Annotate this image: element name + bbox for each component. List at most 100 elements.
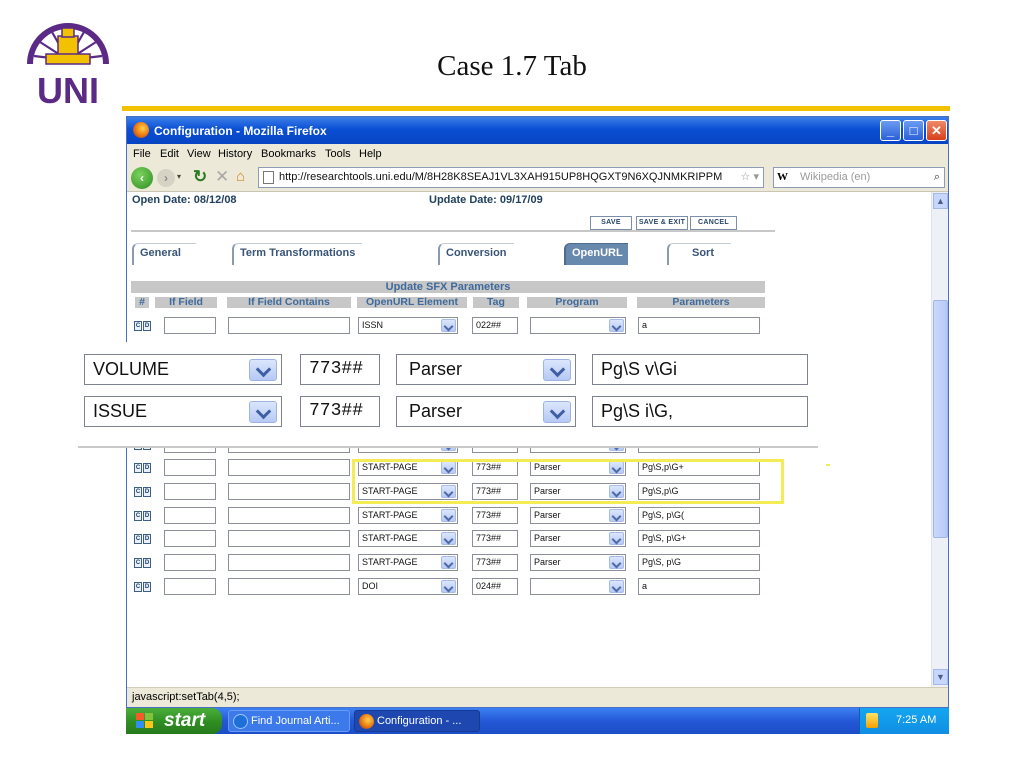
tag-input[interactable]: 773## <box>472 554 518 571</box>
tag-input[interactable]: 024## <box>472 578 518 595</box>
program-select[interactable] <box>530 578 626 595</box>
save-exit-button[interactable]: SAVE & EXIT <box>636 216 688 230</box>
if-field-input[interactable] <box>164 554 216 571</box>
if-field-contains-input[interactable] <box>228 530 350 547</box>
url-bar[interactable]: http://researchtools.uni.edu/M/8H28K8SEA… <box>258 167 764 188</box>
parameters-input[interactable]: Pg\S, p\G <box>638 554 760 571</box>
dropdown-arrow-icon[interactable] <box>609 556 624 569</box>
if-field-contains-input[interactable] <box>228 578 350 595</box>
search-icon[interactable]: ⌕ <box>934 168 940 187</box>
copy-row-button[interactable]: C <box>134 558 142 568</box>
if-field-contains-input[interactable] <box>228 554 350 571</box>
dropdown-arrow-icon[interactable] <box>609 319 624 332</box>
search-box[interactable]: W Wikipedia (en) ⌕ <box>773 167 945 188</box>
if-field-input[interactable] <box>164 530 216 547</box>
copy-row-button[interactable]: C <box>134 534 142 544</box>
if-field-input[interactable] <box>164 459 216 476</box>
dropdown-arrow-icon[interactable] <box>609 580 624 593</box>
dropdown-arrow-icon[interactable] <box>609 532 624 545</box>
if-field-input[interactable] <box>164 578 216 595</box>
if-field-input[interactable] <box>164 483 216 500</box>
home-icon[interactable]: ⌂ <box>236 168 245 185</box>
vertical-scrollbar[interactable]: ▲ ▼ <box>931 192 948 687</box>
program-select[interactable] <box>530 317 626 334</box>
stop-icon[interactable]: ✕ <box>215 167 229 187</box>
menu-bookmarks[interactable]: Bookmarks <box>261 148 316 160</box>
close-button[interactable]: ✕ <box>926 120 947 141</box>
menu-help[interactable]: Help <box>359 148 382 160</box>
system-tray: 7:25 AM <box>859 708 949 734</box>
copy-row-button[interactable]: C <box>134 511 142 521</box>
reload-icon[interactable]: ↻ <box>193 167 207 187</box>
taskbar-item-find-journal[interactable]: Find Journal Arti... <box>228 710 350 732</box>
menu-edit[interactable]: Edit <box>160 148 179 160</box>
parameters-input[interactable]: Pg\S, p\G+ <box>638 530 760 547</box>
delete-row-button[interactable]: D <box>143 487 151 497</box>
bookmark-star-icon[interactable]: ☆ ▾ <box>741 168 759 187</box>
menu-file[interactable]: File <box>133 148 151 160</box>
program-select[interactable]: Parser <box>530 554 626 571</box>
parameters-input[interactable]: Pg\S, p\G( <box>638 507 760 524</box>
dropdown-arrow-icon[interactable] <box>609 509 624 522</box>
if-field-contains-input[interactable] <box>228 459 350 476</box>
if-field-input[interactable] <box>164 317 216 334</box>
start-button[interactable]: start <box>126 708 222 734</box>
dropdown-arrow-icon[interactable] <box>441 509 456 522</box>
search-engine-icon[interactable]: W <box>777 168 788 187</box>
menu-view[interactable]: View <box>187 148 211 160</box>
delete-row-button[interactable]: D <box>143 463 151 473</box>
copy-row-button[interactable]: C <box>134 321 142 331</box>
menu-history[interactable]: History <box>218 148 252 160</box>
history-dropdown-icon[interactable]: ▾ <box>177 172 181 181</box>
dropdown-arrow-icon[interactable] <box>441 556 456 569</box>
copy-row-button[interactable]: C <box>134 582 142 592</box>
minimize-button[interactable]: _ <box>880 120 901 141</box>
slide: UNI Case 1.7 Tab Configuration - Mozilla… <box>0 0 1024 768</box>
openurl-element-select[interactable]: START-PAGE <box>358 530 458 547</box>
maximize-button[interactable]: □ <box>903 120 924 141</box>
copy-row-button[interactable]: C <box>134 487 142 497</box>
scroll-up-icon[interactable]: ▲ <box>933 193 948 209</box>
openurl-element-select[interactable]: DOI <box>358 578 458 595</box>
tab-openurl[interactable]: OpenURL <box>564 243 628 265</box>
if-field-contains-input[interactable] <box>228 483 350 500</box>
delete-row-button[interactable]: D <box>143 582 151 592</box>
scroll-down-icon[interactable]: ▼ <box>933 669 948 685</box>
save-button[interactable]: SAVE <box>590 216 632 230</box>
taskbar-item-configuration[interactable]: Configuration - ... <box>354 710 480 732</box>
tag-input[interactable]: 022## <box>472 317 518 334</box>
back-icon[interactable]: ‹ <box>131 167 153 189</box>
tab-term-transformations[interactable]: Term Transformations <box>232 243 362 265</box>
program-select[interactable]: Parser <box>530 530 626 547</box>
dropdown-arrow-icon[interactable] <box>441 532 456 545</box>
tray-icon[interactable] <box>866 713 878 728</box>
dropdown-arrow-icon[interactable] <box>441 580 456 593</box>
parameters-input[interactable]: a <box>638 317 760 334</box>
delete-row-button[interactable]: D <box>143 321 151 331</box>
forward-icon[interactable]: › <box>157 169 175 187</box>
delete-row-button[interactable]: D <box>143 511 151 521</box>
zoom-params-field: Pg\S i\G, <box>592 396 808 427</box>
col-tag: Tag <box>473 297 519 308</box>
openurl-element-select[interactable]: START-PAGE <box>358 507 458 524</box>
title-bar[interactable]: Configuration - Mozilla Firefox _ □ ✕ <box>127 117 948 144</box>
tag-input[interactable]: 773## <box>472 507 518 524</box>
delete-row-button[interactable]: D <box>143 534 151 544</box>
if-field-contains-input[interactable] <box>228 317 350 334</box>
copy-row-button[interactable]: C <box>134 463 142 473</box>
delete-row-button[interactable]: D <box>143 558 151 568</box>
if-field-contains-input[interactable] <box>228 507 350 524</box>
if-field-input[interactable] <box>164 507 216 524</box>
scroll-thumb[interactable] <box>933 300 948 538</box>
dropdown-arrow-icon[interactable] <box>441 319 456 332</box>
parameters-input[interactable]: a <box>638 578 760 595</box>
tab-general[interactable]: General <box>132 243 196 265</box>
menu-tools[interactable]: Tools <box>325 148 351 160</box>
cancel-button[interactable]: CANCEL <box>690 216 737 230</box>
openurl-element-select[interactable]: ISSN <box>358 317 458 334</box>
openurl-element-select[interactable]: START-PAGE <box>358 554 458 571</box>
tag-input[interactable]: 773## <box>472 530 518 547</box>
tab-conversion[interactable]: Conversion <box>438 243 514 265</box>
program-select[interactable]: Parser <box>530 507 626 524</box>
tab-sort[interactable]: Sort <box>667 243 731 265</box>
